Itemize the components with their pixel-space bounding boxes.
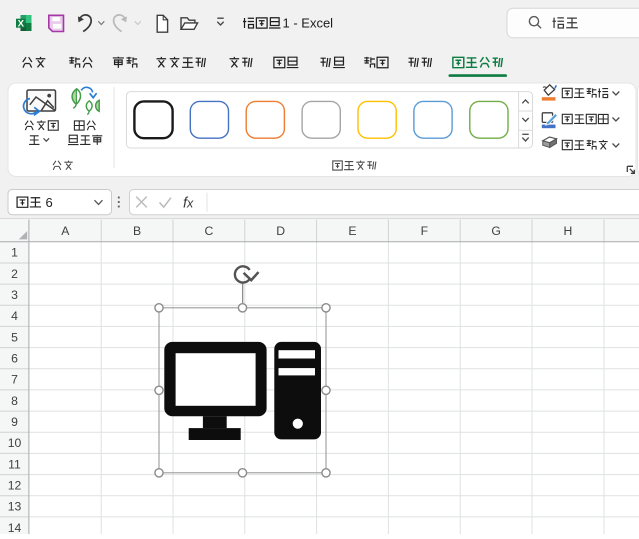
svg-text:13: 13 bbox=[8, 500, 22, 514]
svg-text:6: 6 bbox=[46, 195, 53, 210]
svg-text:9: 9 bbox=[11, 415, 18, 429]
svg-text:3: 3 bbox=[11, 288, 18, 302]
svg-text:8: 8 bbox=[11, 394, 18, 408]
svg-text:4: 4 bbox=[11, 309, 18, 323]
svg-text:12: 12 bbox=[8, 478, 22, 492]
svg-text:7: 7 bbox=[11, 373, 18, 387]
svg-text:D: D bbox=[276, 224, 285, 238]
svg-text:E: E bbox=[348, 224, 356, 238]
svg-text:F: F bbox=[421, 224, 428, 238]
svg-text:X: X bbox=[18, 18, 25, 29]
svg-text:C: C bbox=[204, 224, 213, 238]
svg-text:H: H bbox=[563, 224, 572, 238]
svg-text:10: 10 bbox=[8, 436, 22, 450]
svg-text:B: B bbox=[133, 224, 141, 238]
svg-text:5: 5 bbox=[11, 330, 18, 344]
svg-text:6: 6 bbox=[11, 352, 18, 366]
svg-text:A: A bbox=[61, 224, 70, 238]
svg-text:14: 14 bbox=[8, 521, 22, 534]
svg-text:1: 1 bbox=[11, 246, 18, 260]
svg-text:fx: fx bbox=[183, 195, 194, 211]
svg-text:1 - Excel: 1 - Excel bbox=[283, 16, 334, 31]
svg-text:G: G bbox=[491, 224, 500, 238]
svg-text:2: 2 bbox=[11, 267, 18, 281]
svg-text:11: 11 bbox=[8, 457, 21, 471]
